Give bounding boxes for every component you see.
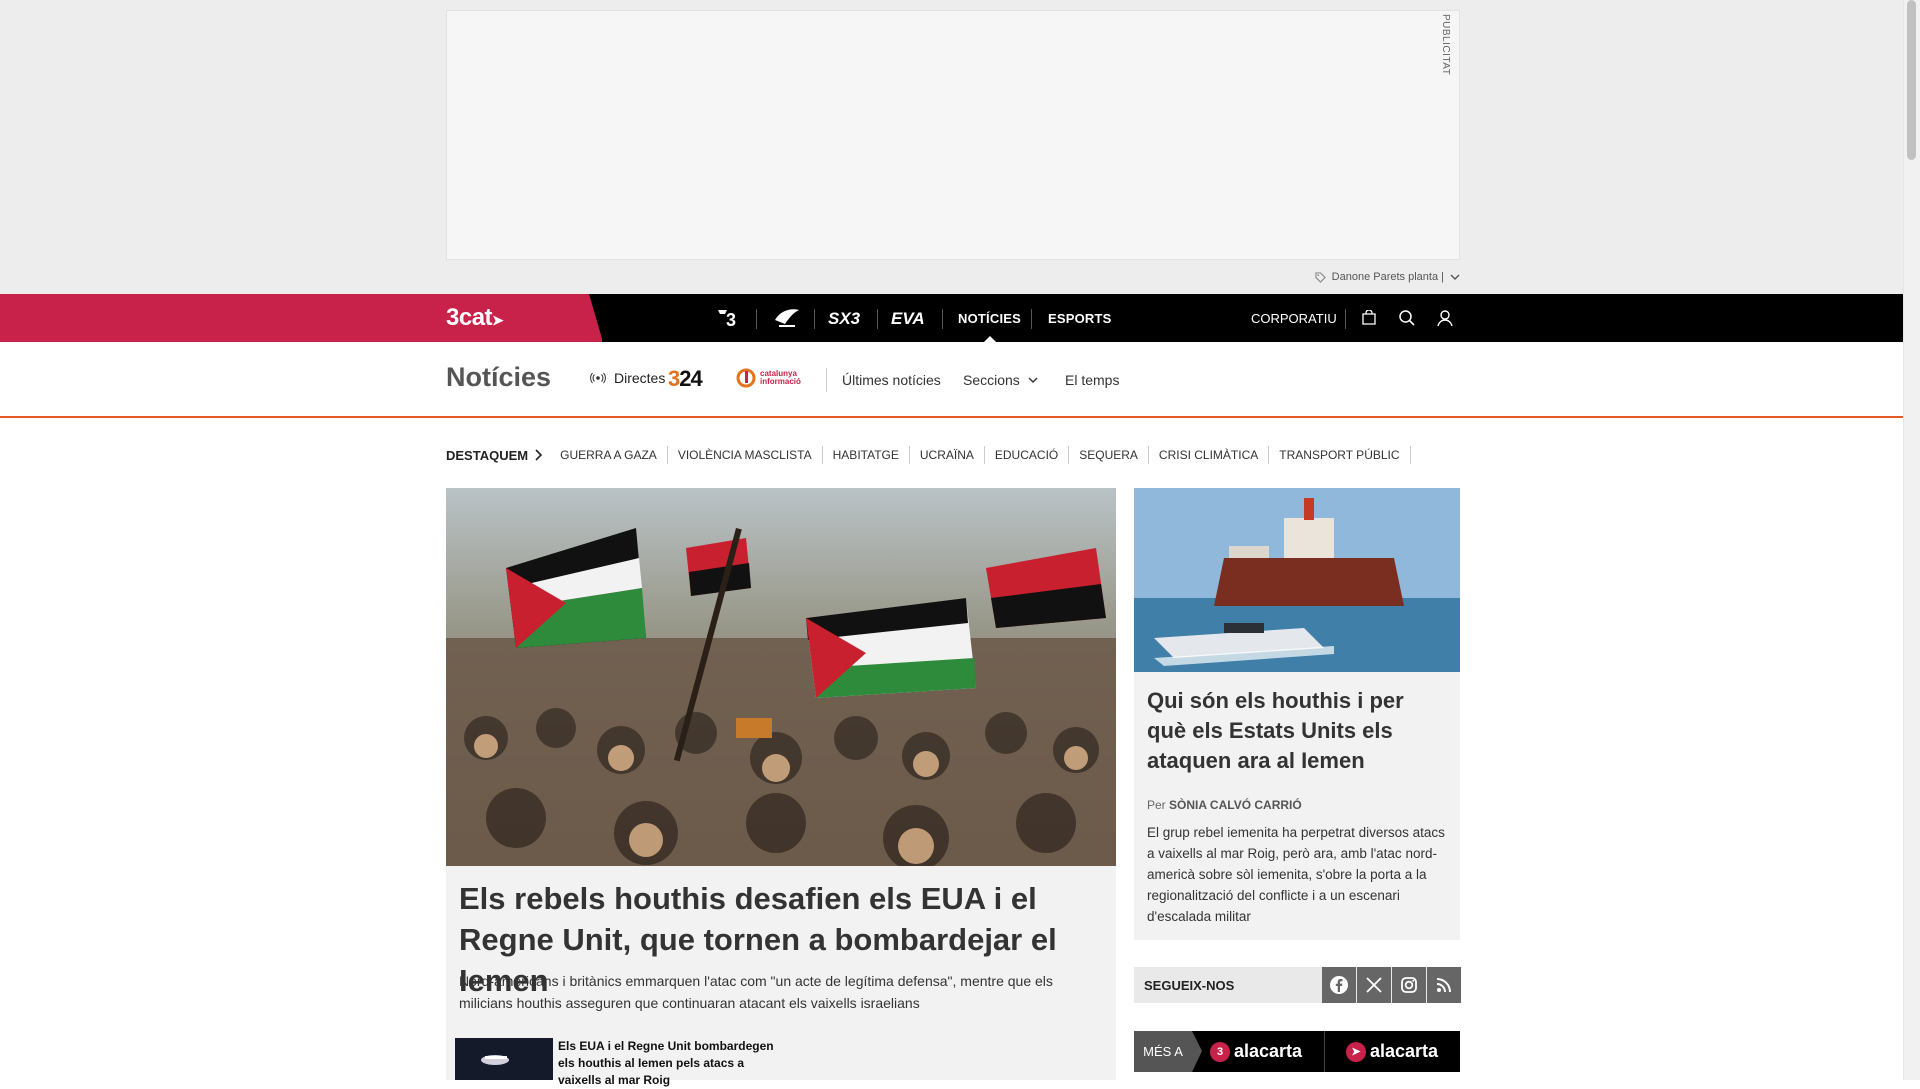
x-icon[interactable] [1357,967,1391,1003]
follow-us-bar: SEGUEIX-NOS [1134,967,1461,1003]
catradio-alacarta-link[interactable]: ➤ alacarta [1346,1031,1438,1072]
tv3-badge-icon: 3 [1210,1041,1230,1062]
channel-catradio[interactable] [770,294,804,342]
related-story-image[interactable] [455,1038,553,1080]
section-bar: Notícies Directes 324 catalunya informac… [0,342,1904,418]
catradio-alacarta-label: alacarta [1370,1041,1439,1061]
facebook-icon[interactable] [1322,967,1356,1003]
logo-catalunya-informacio[interactable]: catalunya informació [736,368,808,388]
link-el-temps[interactable]: El temps [1065,372,1119,388]
brand-band: 3cat➤ [0,294,603,342]
tv3-logo-icon: 3 [718,310,736,329]
tag-violencia-masclista[interactable]: VIOLÈNCIA MASCLISTA [668,446,823,464]
main-story-image[interactable] [446,488,1116,866]
scrollbar-thumb[interactable] [1907,0,1916,160]
ad-label: PUBLICITAT [1440,14,1451,76]
rss-icon[interactable] [1427,967,1461,1003]
channel-eva[interactable]: EVA [890,294,930,342]
byline-author[interactable]: SÒNIA CALVÓ CARRIÓ [1169,798,1302,812]
ad-sponsor[interactable]: Danone Parets planta | [1315,271,1460,283]
logo-3cat-text: 3cat [446,304,493,331]
svg-text:SX3: SX3 [828,309,861,328]
related-story-title[interactable]: Els EUA i el Regne Unit bombardegen els … [558,1038,788,1089]
side-story-card[interactable]: Qui són els houthis i per què els Estats… [1134,672,1460,940]
nav-esports[interactable]: ESPORTS [1048,294,1112,342]
search-icon[interactable] [1397,308,1417,328]
mes-a-label: MÉS A [1134,1031,1202,1072]
link-ultimes-noticies[interactable]: Últimes notícies [842,372,941,388]
logo-3cat[interactable]: 3cat➤ [446,304,504,332]
side-story-summary: El grup rebel iemenita ha perpetrat dive… [1147,825,1445,924]
side-story-image[interactable] [1134,488,1460,672]
tags-lead[interactable]: DESTAQUEM [446,447,543,463]
shop-icon[interactable] [1359,308,1379,328]
seccions-label: Seccions [963,372,1020,388]
nav-corporatiu[interactable]: CORPORATIU [1251,294,1337,342]
tag-ucraina[interactable]: UCRAÏNA [910,446,985,464]
top-navbar: 3cat➤ 3 SX3 EVA NOTÍCIES ESPORTS CORPORA… [0,294,1904,343]
main-story-summary: Nord-americans i britànics emmarquen l'a… [459,973,1053,1011]
tag-transport-public[interactable]: TRANSPORT PÚBLIC [1269,446,1411,464]
page-scrollbar[interactable] [1903,0,1920,1080]
tag-sequera[interactable]: SEQUERA [1069,446,1149,464]
ad-sponsor-text: Danone Parets planta | [1331,271,1444,283]
featured-tags: DESTAQUEM GUERRA A GAZA VIOLÈNCIA MASCLI… [446,446,1411,464]
svg-text:EVA: EVA [891,309,925,328]
chevron-right-icon [535,449,543,461]
related-story[interactable]: Els EUA i el Regne Unit bombardegen els … [455,1038,1015,1088]
section-title[interactable]: Notícies [446,362,551,393]
ad-zone: PUBLICITAT Danone Parets planta | [0,0,1904,294]
nav-noticies[interactable]: NOTÍCIES [958,294,1021,343]
live-broadcast-icon [590,372,606,384]
mes-a-alacarta: MÉS A 3 alacarta ➤ alacarta [1134,1031,1460,1072]
svg-text:3: 3 [726,310,736,329]
link-seccions[interactable]: Seccions [963,372,1038,388]
catradio-logo-icon [775,309,799,327]
ad-banner[interactable] [446,10,1460,260]
tag-educacio[interactable]: EDUCACIÓ [985,446,1070,464]
tag-guerra-gaza[interactable]: GUERRA A GAZA [550,446,668,464]
follow-us-label: SEGUEIX-NOS [1144,978,1235,993]
chevron-down-icon [1450,274,1460,280]
tv3-alacarta-label: alacarta [1234,1041,1303,1061]
channel-sx3[interactable]: SX3 [826,294,866,342]
main-story-card[interactable]: Els rebels houthis desafien els EUA i el… [446,866,1116,1087]
live-label: Directes [614,370,666,386]
tag-crisi-climatica[interactable]: CRISI CLIMÀTICA [1149,446,1270,464]
byline-prefix: Per [1147,798,1166,812]
tv3-alacarta-link[interactable]: 3 alacarta [1210,1031,1302,1072]
catradio-badge-icon: ➤ [1346,1041,1366,1062]
side-story-title[interactable]: Qui són els houthis i per què els Estats… [1147,686,1447,776]
sx3-logo-icon: SX3 [828,309,861,328]
live-link[interactable]: Directes [590,370,665,386]
channel-tv3[interactable]: 3 [712,294,746,342]
instagram-icon[interactable] [1392,967,1426,1003]
side-story-byline: Per SÒNIA CALVÓ CARRIÓ [1147,798,1302,812]
logo-324[interactable]: 324 [668,366,703,392]
ci-logo-icon [736,368,756,388]
eva-logo-icon: EVA [891,309,925,328]
chevron-down-icon [1028,377,1038,383]
user-icon[interactable] [1435,308,1455,328]
tag-habitatge[interactable]: HABITATGE [823,446,910,464]
tag-icon [1315,271,1326,283]
tags-lead-label: DESTAQUEM [446,447,529,463]
